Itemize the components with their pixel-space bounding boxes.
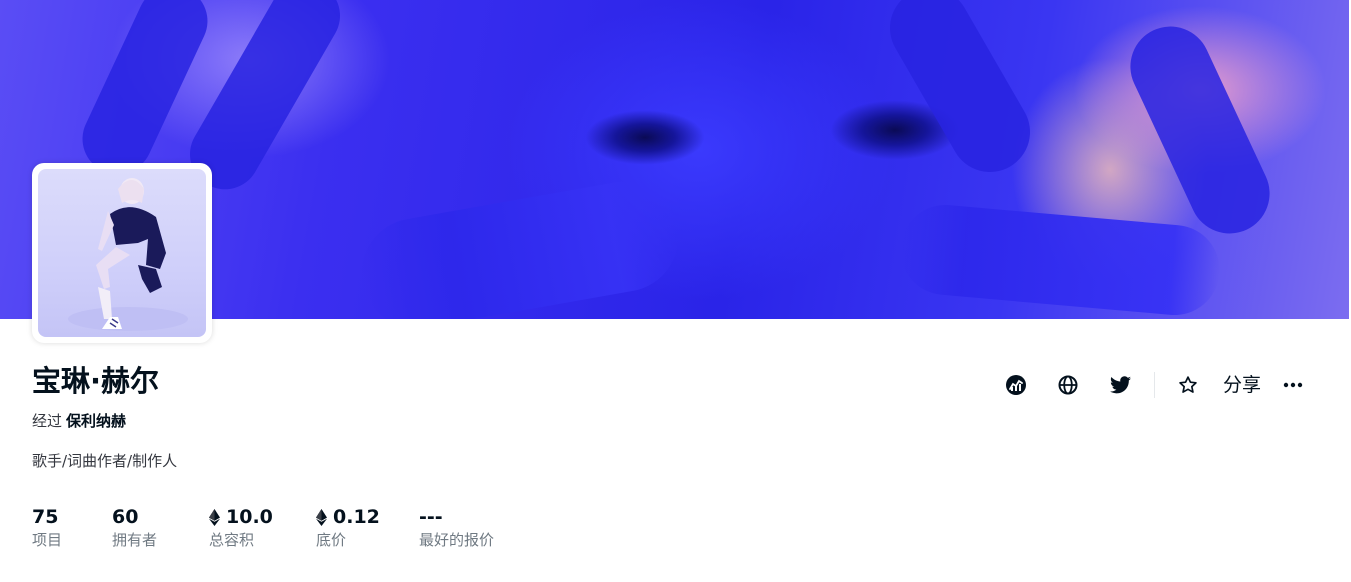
creator-link[interactable]: 保利纳赫 bbox=[66, 412, 126, 430]
stat-value: 0.12 bbox=[316, 504, 380, 530]
stat-label: 底价 bbox=[316, 531, 347, 549]
banner-eye-left bbox=[585, 110, 705, 165]
stat-label: 最好的报价 bbox=[419, 531, 495, 549]
stat-total-volume[interactable]: 10.0 总容积 bbox=[209, 504, 273, 550]
twitter-icon bbox=[1109, 376, 1131, 394]
creator-line: 经过 保利纳赫 bbox=[32, 411, 126, 431]
banner-finger bbox=[1117, 13, 1283, 247]
banner-hand-right bbox=[896, 201, 1224, 319]
avatar-figure-icon bbox=[68, 178, 188, 331]
stat-best-offer[interactable]: --- 最好的报价 bbox=[419, 504, 494, 550]
share-label: 分享 bbox=[1222, 374, 1261, 396]
eth-icon bbox=[316, 508, 327, 526]
collection-description: 歌手/词曲作者/制作人 bbox=[32, 452, 178, 470]
share-button[interactable]: 分享 bbox=[1218, 368, 1266, 402]
activity-chart-icon bbox=[1006, 375, 1026, 395]
star-icon bbox=[1179, 376, 1197, 393]
stat-label: 总容积 bbox=[209, 531, 255, 549]
banner-hand-left bbox=[352, 173, 688, 319]
more-options-button[interactable] bbox=[1276, 368, 1310, 402]
stat-items[interactable]: 75 项目 bbox=[32, 504, 62, 550]
activity-button[interactable] bbox=[1000, 368, 1032, 402]
stat-floor-price[interactable]: 0.12 底价 bbox=[316, 504, 380, 550]
stat-value: 75 bbox=[32, 506, 59, 528]
stat-label: 拥有者 bbox=[112, 531, 158, 549]
eth-icon bbox=[209, 508, 220, 526]
favorite-button[interactable] bbox=[1172, 368, 1204, 402]
stat-value: 10.0 bbox=[209, 504, 273, 530]
actions-divider bbox=[1154, 372, 1155, 398]
stat-value: 60 bbox=[112, 506, 139, 528]
creator-prefix: 经过 bbox=[32, 412, 63, 430]
more-icon bbox=[1283, 382, 1303, 388]
stat-owners[interactable]: 60 拥有者 bbox=[112, 504, 157, 550]
twitter-button[interactable] bbox=[1104, 368, 1136, 402]
globe-icon bbox=[1058, 375, 1078, 395]
avatar-image bbox=[38, 169, 206, 337]
website-button[interactable] bbox=[1052, 368, 1084, 402]
stat-label: 项目 bbox=[32, 531, 63, 549]
collection-avatar bbox=[32, 163, 212, 343]
collection-title: 宝琳·赫尔 bbox=[32, 364, 160, 398]
stat-value: --- bbox=[419, 506, 443, 528]
